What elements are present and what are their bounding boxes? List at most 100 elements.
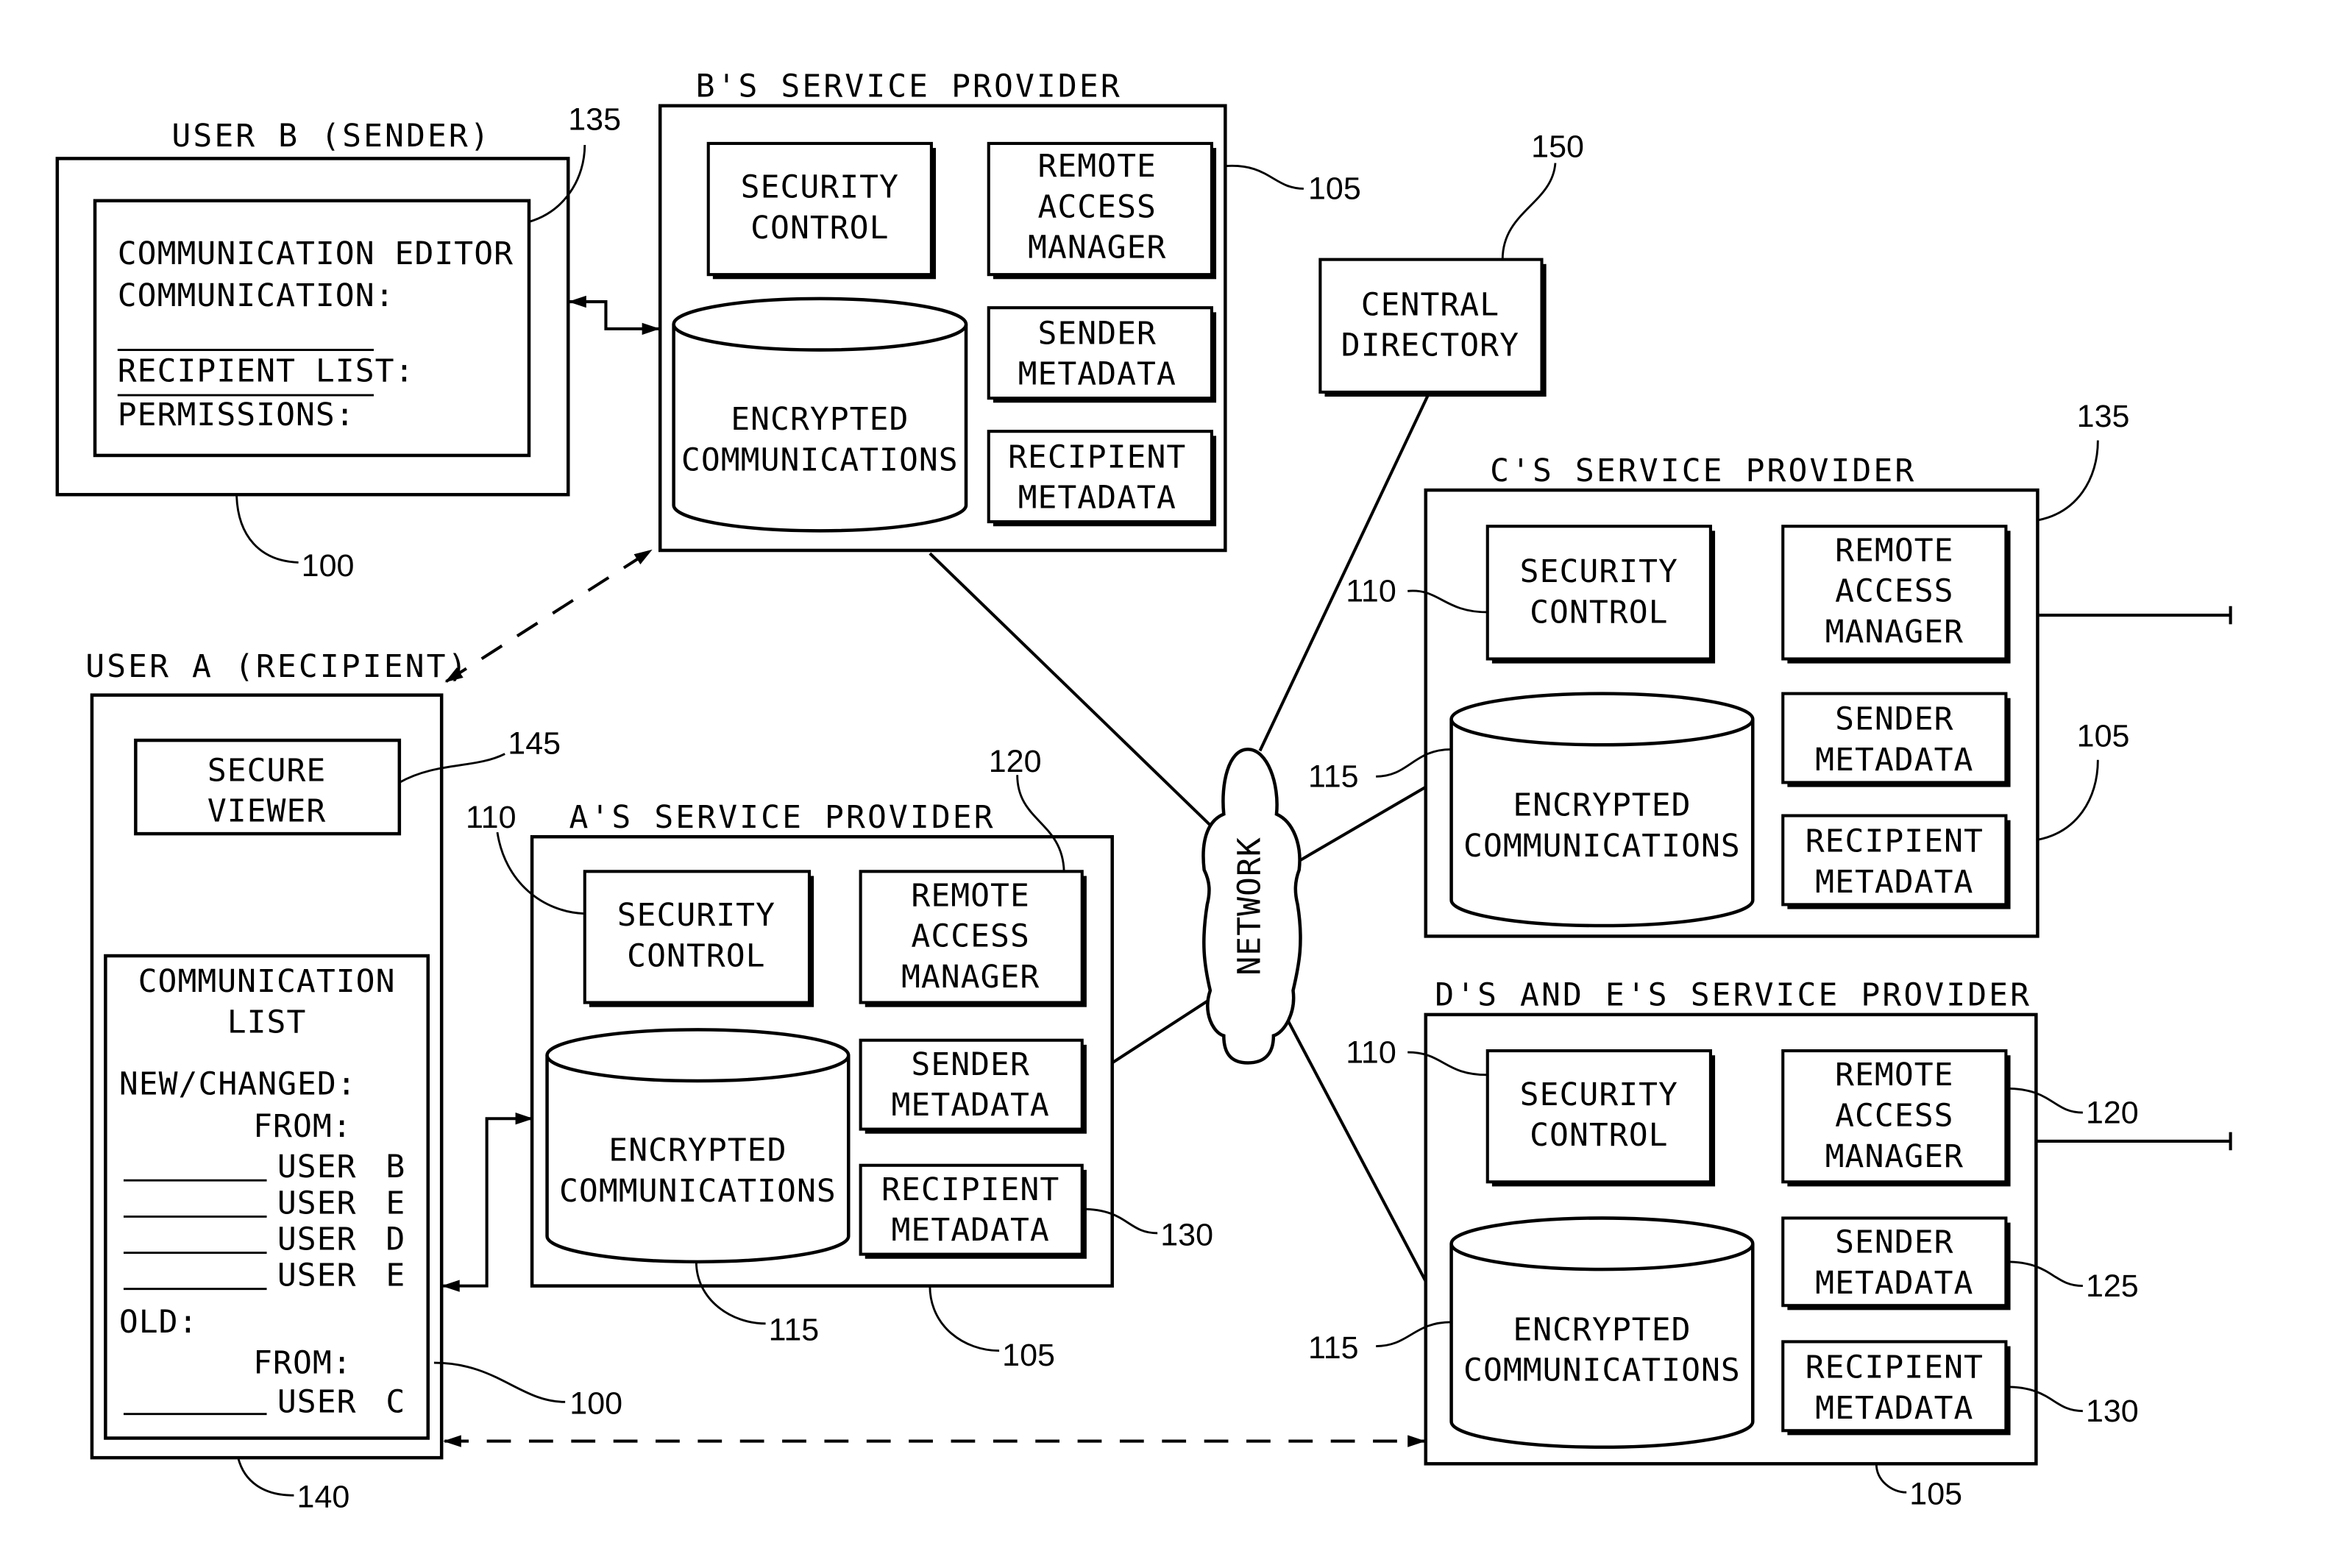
ram-label: MANAGER — [1028, 230, 1166, 266]
list-item-id: B — [386, 1149, 405, 1185]
ref-115: 115 — [769, 1312, 820, 1347]
list-item-id: E — [386, 1257, 405, 1294]
ref-130: 130 — [2086, 1394, 2139, 1429]
user-b-provider-arrow — [568, 295, 661, 336]
de-service-provider: D'S AND E'S SERVICE PROVIDER SECURITY CO… — [1308, 977, 2139, 1512]
ram-label: MANAGER — [1825, 1138, 1964, 1175]
ref-120: 120 — [989, 744, 1042, 779]
communication-list-title: LIST — [227, 1004, 307, 1040]
security-control-label: SECURITY — [741, 169, 899, 206]
ref-leader — [1225, 164, 1304, 190]
ref-145: 145 — [508, 726, 561, 762]
network-cloud[interactable]: NETWORK — [1201, 748, 1302, 1065]
list-item-user: USER — [277, 1221, 357, 1257]
ref-leader — [929, 1285, 1000, 1352]
encrypted-communications-label: COMMUNICATIONS — [681, 441, 959, 478]
ref-100: 100 — [569, 1386, 622, 1422]
ref-100: 100 — [302, 548, 355, 583]
ref-115: 115 — [1308, 759, 1359, 795]
ref-leader — [235, 496, 299, 564]
encrypted-communications-label: ENCRYPTED — [731, 401, 909, 438]
ref-110: 110 — [1346, 1035, 1396, 1070]
recipient-metadata-label: METADATA — [1018, 480, 1176, 517]
central-directory: CENTRAL DIRECTORY 150 — [1318, 129, 1584, 397]
ref-130: 130 — [1160, 1217, 1213, 1252]
recipient-metadata-label: METADATA — [892, 1212, 1050, 1249]
sender-metadata-label: SENDER — [911, 1046, 1029, 1083]
ref-leader — [2037, 440, 2099, 522]
ref-110: 110 — [1346, 574, 1396, 609]
ref-105: 105 — [2077, 718, 2130, 753]
security-control-label: CONTROL — [750, 210, 889, 246]
ref-135: 135 — [568, 102, 621, 137]
user-a-title: USER A (RECIPIENT) — [85, 648, 469, 685]
ram-label: ACCESS — [1037, 188, 1156, 225]
list-item-user: USER — [277, 1384, 357, 1421]
patent-diagram: USER B (SENDER) COMMUNICATION EDITOR COM… — [55, 68, 2232, 1515]
sender-metadata-label: METADATA — [1815, 742, 1973, 778]
encrypted-communications-label: ENCRYPTED — [1513, 1311, 1691, 1348]
ref-105: 105 — [1308, 171, 1361, 207]
ref-125: 125 — [2086, 1269, 2139, 1304]
ram-label: ACCESS — [911, 918, 1029, 955]
de-provider-title: D'S AND E'S SERVICE PROVIDER — [1435, 977, 2031, 1014]
ref-leader — [237, 1457, 294, 1497]
security-control-label: SECURITY — [1520, 1076, 1678, 1113]
b-provider-network-link — [929, 552, 1225, 840]
editor-communication-label: COMMUNICATION: — [118, 277, 395, 314]
security-control-label: CONTROL — [1530, 1117, 1668, 1154]
network-label: NETWORK — [1231, 837, 1268, 975]
ram-label: MANAGER — [901, 959, 1040, 996]
recipient-metadata-label: METADATA — [1815, 1390, 1973, 1427]
ref-140: 140 — [297, 1480, 350, 1515]
ram-label: REMOTE — [1835, 1057, 1953, 1093]
recipient-list-field[interactable]: RECIPIENT LIST: — [118, 353, 415, 390]
security-control-box[interactable] — [1485, 525, 1712, 661]
from-label: FROM: — [253, 1344, 352, 1381]
ram-label: REMOTE — [1835, 532, 1953, 569]
sender-metadata-label: SENDER — [1037, 315, 1156, 352]
list-item-id: D — [386, 1221, 405, 1257]
c-provider-network-link — [1298, 785, 1427, 862]
recipient-metadata-label: RECIPIENT — [1806, 1349, 1984, 1386]
editor-title: COMMUNICATION EDITOR — [118, 235, 514, 272]
recipient-metadata-label: RECIPIENT — [881, 1171, 1059, 1208]
communication-list-title: COMMUNICATION — [138, 963, 396, 1000]
sender-metadata-label: METADATA — [892, 1087, 1050, 1124]
ram-label: ACCESS — [1835, 573, 1953, 610]
new-changed-heading: NEW/CHANGED: — [119, 1065, 357, 1102]
list-item-id: E — [386, 1185, 405, 1221]
encrypted-communications-label: COMMUNICATIONS — [559, 1173, 837, 1210]
user-a-b-provider-dashed-link — [444, 549, 653, 683]
sender-metadata-label: SENDER — [1835, 701, 1953, 738]
sender-metadata-label: METADATA — [1815, 1265, 1973, 1302]
old-heading: OLD: — [119, 1304, 199, 1341]
list-item-user: USER — [277, 1149, 357, 1185]
ram-label: REMOTE — [911, 877, 1029, 914]
recipient-metadata-label: RECIPIENT — [1806, 823, 1984, 860]
encrypted-communications-label: COMMUNICATIONS — [1463, 828, 1741, 865]
ref-105: 105 — [1002, 1338, 1055, 1373]
ref-leader — [1875, 1464, 1907, 1494]
encrypted-communications-label: ENCRYPTED — [608, 1132, 787, 1169]
security-control-label: CONTROL — [1530, 594, 1668, 631]
ref-115: 115 — [1308, 1330, 1359, 1366]
central-directory-label: DIRECTORY — [1341, 327, 1519, 364]
ram-label: MANAGER — [1825, 614, 1964, 650]
ref-120: 120 — [2086, 1095, 2139, 1130]
user-b-title: USER B (SENDER) — [171, 118, 491, 155]
ref-110: 110 — [466, 800, 516, 835]
permissions-field[interactable]: PERMISSIONS: — [118, 397, 355, 433]
ref-leader — [2037, 759, 2099, 841]
secure-viewer-label: VIEWER — [207, 793, 326, 830]
directory-network-link — [1258, 393, 1430, 752]
user-b-device: USER B (SENDER) COMMUNICATION EDITOR COM… — [55, 102, 621, 583]
list-item-user: USER — [277, 1257, 357, 1294]
b-service-provider: B'S SERVICE PROVIDER SECURITY CONTROL RE… — [658, 68, 1361, 553]
ref-105: 105 — [1909, 1477, 1962, 1512]
c-service-provider: C'S SERVICE PROVIDER SECURITY CONTROL RE… — [1308, 399, 2130, 938]
recipient-metadata-label: METADATA — [1815, 864, 1973, 901]
security-control-label: CONTROL — [627, 937, 765, 974]
central-directory-box[interactable] — [1318, 258, 1544, 394]
a-provider-title: A'S SERVICE PROVIDER — [569, 799, 995, 836]
